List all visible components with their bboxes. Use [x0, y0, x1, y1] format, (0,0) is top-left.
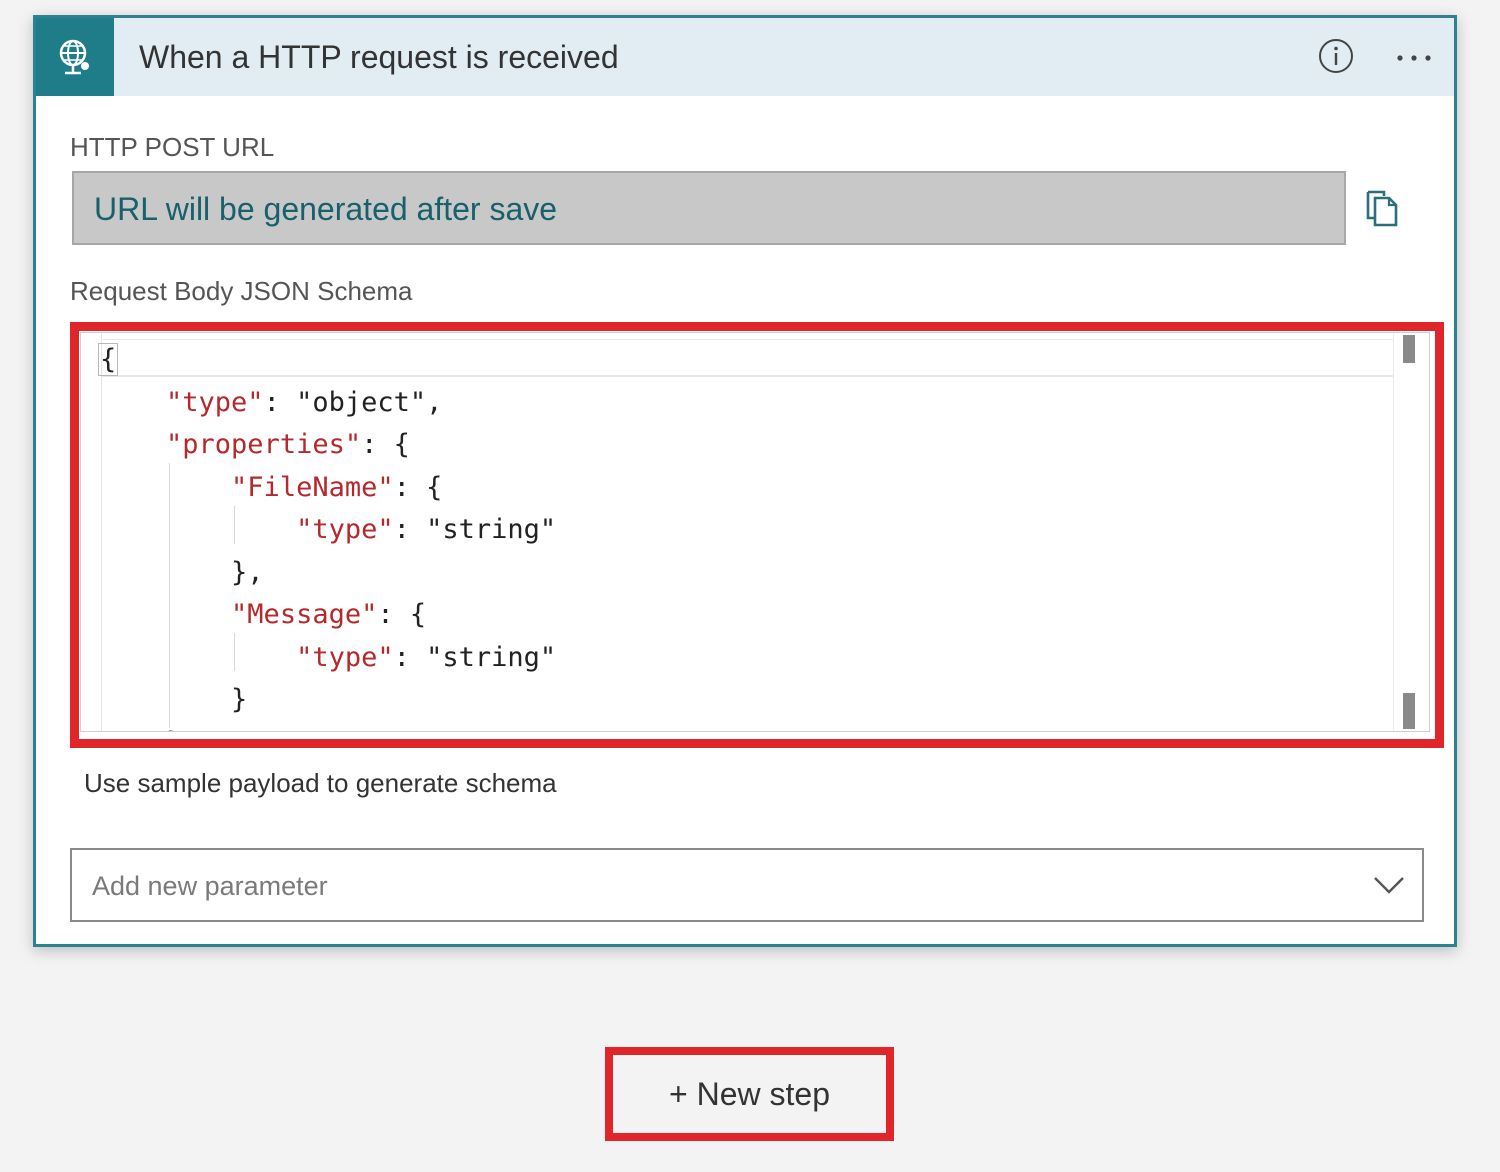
trigger-header[interactable]: When a HTTP request is received [36, 18, 1454, 96]
scroll-arrow-down[interactable] [1403, 693, 1415, 729]
code-line: "type": "object", [166, 386, 443, 418]
chevron-down-icon[interactable] [1372, 870, 1406, 900]
http-post-url-value: URL will be generated after save [94, 191, 558, 227]
code-line: } [101, 684, 248, 715]
code-line: "properties": { [166, 429, 410, 460]
http-post-url-label: HTTP POST URL [70, 132, 275, 162]
code-line: } [101, 727, 182, 732]
request-body-schema-label: Request Body JSON Schema [70, 276, 413, 306]
code-line: { [98, 343, 119, 376]
code-line: "type": "string" [296, 514, 557, 545]
http-post-url-field[interactable]: URL will be generated after save [72, 171, 1346, 245]
code-line: "Message": { [231, 599, 427, 630]
code-line: }, [101, 556, 264, 588]
code-line: "type": "string" [296, 641, 557, 673]
copy-icon[interactable] [1362, 186, 1402, 230]
json-code: { "type": "object", "properties": { "Fil… [98, 339, 557, 732]
info-icon[interactable] [1318, 38, 1354, 74]
add-new-parameter-dropdown[interactable]: Add new parameter [70, 848, 1424, 922]
new-step-button[interactable]: + New step [617, 1059, 882, 1129]
http-request-globe-icon [36, 18, 114, 96]
trigger-title: When a HTTP request is received [139, 39, 619, 75]
use-sample-payload-link[interactable]: Use sample payload to generate schema [84, 768, 557, 799]
json-schema-editor[interactable]: { "type": "object", "properties": { "Fil… [80, 332, 1430, 732]
editor-scrollbar[interactable] [1393, 333, 1429, 731]
add-new-parameter-placeholder: Add new parameter [92, 871, 328, 901]
scroll-arrow-up[interactable] [1403, 335, 1415, 363]
trigger-card: When a HTTP request is received HTTP POS… [33, 15, 1457, 947]
more-options-icon[interactable] [1394, 40, 1434, 76]
code-line: "FileName": { [231, 471, 443, 503]
